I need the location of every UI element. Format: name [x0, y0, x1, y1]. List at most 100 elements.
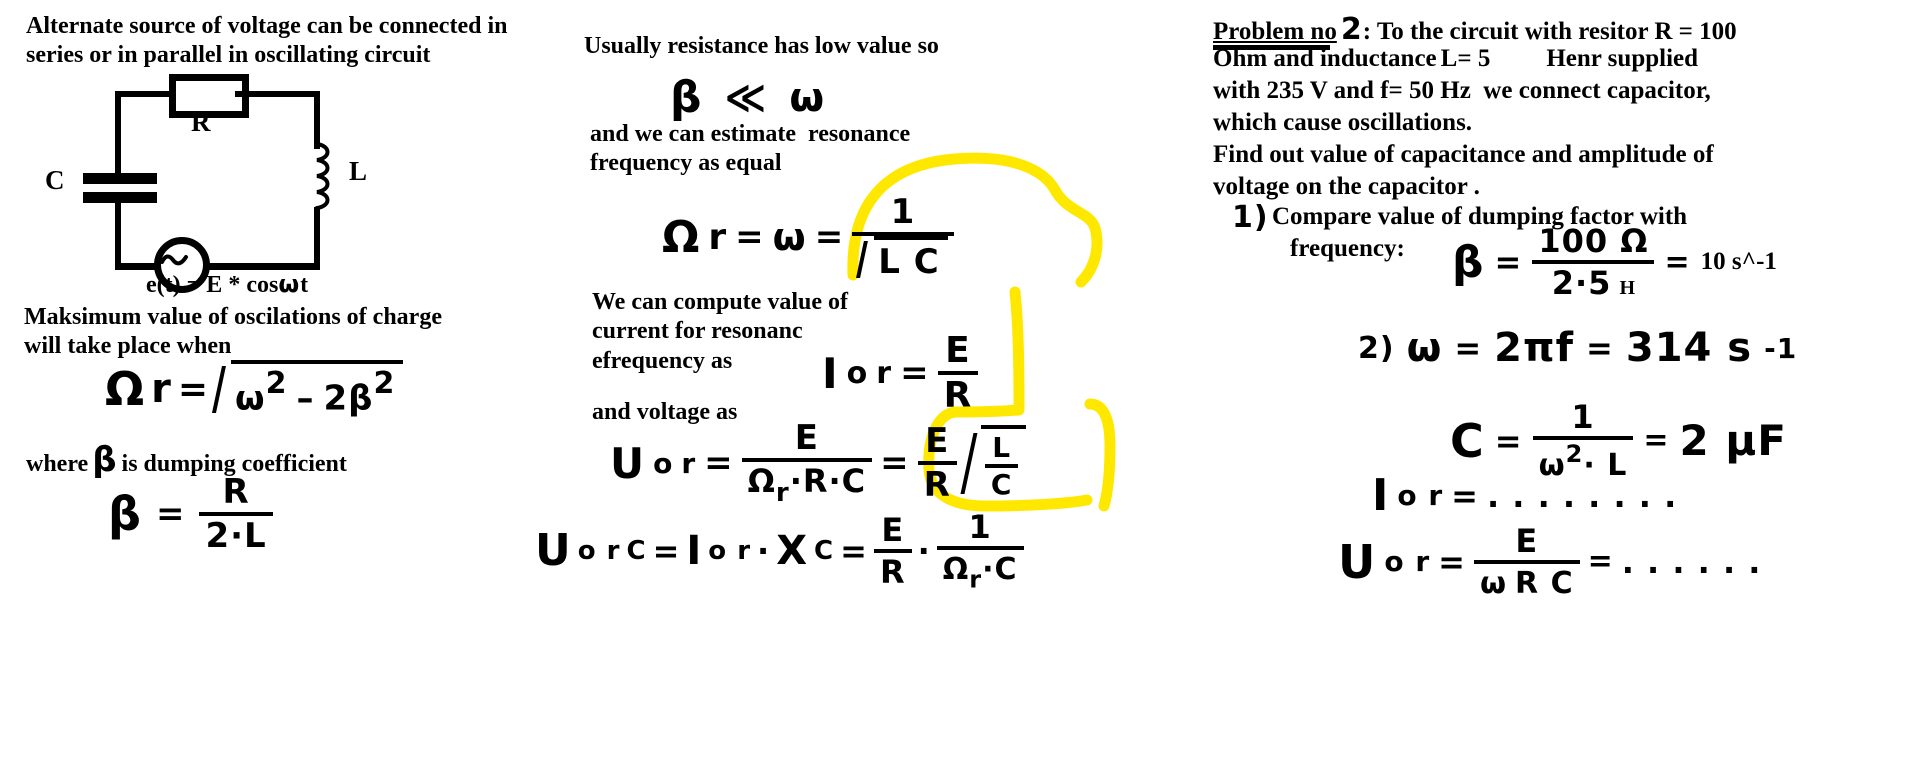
vc-eq-sub-c: C — [626, 535, 647, 566]
voltage-eq-equals-1: = — [704, 443, 734, 484]
damping-text-pre: where — [26, 451, 89, 477]
compute-current-text: We can compute value of current for reso… — [592, 289, 854, 374]
circuit-inductor-label: L — [349, 156, 368, 186]
problem-line2: Ohm and inductance L= 5 Henr supplied — [1213, 44, 1698, 75]
step1-denominator-value: 2·5 — [1551, 264, 1612, 302]
step2-equals-1: = — [1454, 329, 1483, 367]
vc-eq-I: I — [686, 527, 703, 574]
step5-equals: = — [1438, 542, 1466, 581]
step5-sub: o r — [1384, 545, 1431, 578]
step2-result: 314 s — [1625, 325, 1753, 371]
vc-eq-frac2-den-omega: Ω — [942, 552, 970, 587]
low-resistance-text: Usually resistance has low value so — [584, 33, 939, 59]
problem-heading: Problem no — [1213, 18, 1337, 45]
beta-ll-omega-inequality: β ≪ ω — [670, 72, 825, 123]
step5-numerator: E — [1515, 522, 1539, 560]
voltage-eq-fraction-2: E R — [917, 421, 957, 505]
beta-formula-equals: = — [155, 494, 186, 534]
current-eq-sub-o: o — [846, 355, 869, 391]
max-value-text: Maksimum value of oscilations of charge … — [24, 304, 448, 360]
resonance-freq-omega: ω — [772, 215, 807, 259]
step5-dots: . . . . . . — [1621, 542, 1762, 581]
problem-heading-line: Problem no 2: To the circuit with resito… — [1213, 12, 1903, 48]
source-equation-omega: ω — [278, 270, 301, 298]
inequality-beta: β — [670, 72, 703, 123]
step2-number: 2) — [1358, 330, 1395, 366]
step1-equals: = — [1494, 243, 1523, 281]
vc-eq-X: X — [776, 527, 809, 574]
step5-result-equals: = — [1587, 544, 1614, 579]
resonance-freq-fraction: 1 L C — [852, 192, 954, 282]
voltage-eq-frac1-den-omega: Ω — [747, 462, 776, 500]
step5-fraction: E ω R C — [1473, 522, 1580, 601]
step3-equals: = — [1494, 421, 1523, 460]
beta-formula: β = R 2·L — [108, 472, 273, 556]
current-eq-sub-r: r — [876, 355, 893, 391]
resonance-minus: – — [296, 378, 315, 419]
vc-eq-X-sub: C — [814, 535, 835, 566]
resonance-freq-sqrt-content: L C — [874, 236, 948, 282]
step4-sub: o r — [1397, 479, 1444, 512]
circuit-capacitor-label: C — [45, 165, 65, 195]
source-equation: e(t) = E * cosωt — [146, 270, 308, 300]
circuit-capacitor-plate-top — [83, 173, 157, 184]
vc-eq-frac2-num: 1 — [968, 508, 992, 546]
problem-text-line2c: Henr supplied — [1546, 45, 1699, 72]
step5-voltage-line: U o r = E ω R C = . . . . . . — [1338, 522, 1761, 601]
left-intro-text: Alternate source of voltage can be conne… — [26, 13, 514, 69]
step2-omega: ω — [1406, 325, 1443, 371]
resonance-radicand-omega-power: 2 — [265, 366, 288, 401]
step1-text-line2: frequency: — [1290, 235, 1405, 262]
step2-equals-2: = — [1586, 329, 1614, 367]
step4-equals: = — [1451, 476, 1479, 515]
handwritten-physics-notes-page: Alternate source of voltage can be conne… — [0, 0, 1914, 758]
voltage-eq-sqrt-den: C — [984, 464, 1019, 501]
step5-denominator-rest: R C — [1515, 566, 1574, 601]
beta-formula-lhs: β — [108, 487, 142, 541]
vc-eq-frac2-den-sub: r — [969, 565, 983, 594]
problem-number: 2 — [1340, 12, 1363, 47]
resonance-sqrt: ω2 – 2β2 — [215, 360, 404, 419]
circuit-wire-top-right — [235, 91, 320, 97]
circuit-inductor-coil — [315, 142, 330, 210]
voltage-eq-frac1-num: E — [794, 418, 820, 458]
step1-denominator: 2·5 H — [1532, 260, 1655, 302]
step1-result-equals: = — [1664, 244, 1691, 280]
vc-eq-equals-2: = — [840, 531, 868, 570]
resonance-omega-symbol: Ω — [105, 362, 146, 417]
vc-eq-frac2-den-rest: ·C — [982, 552, 1018, 587]
resonance-subscript: r — [151, 366, 172, 413]
voltage-resonance-equation: U o r = E Ωr·R·C = E R L C — [610, 418, 1027, 508]
step5-denominator: ω R C — [1473, 560, 1580, 601]
circuit-resistor-label: R — [191, 107, 211, 137]
voltage-capacitor-equation: U o r C = I o r · X C = E R · 1 Ωr·C — [535, 508, 1024, 593]
circuit-wire-left-upper — [115, 91, 121, 173]
beta-formula-fraction: R 2·L — [199, 472, 273, 556]
vc-eq-sub-or: o r — [577, 535, 621, 566]
step1-result: 10 s^-1 — [1700, 247, 1777, 275]
beta-formula-numerator: R — [222, 472, 250, 512]
resonance-two-beta: 2β — [323, 378, 374, 419]
problem-text-line4: which cause oscillations. — [1213, 109, 1473, 136]
step5-U: U — [1338, 534, 1377, 589]
yellow-highlight-voltage-right — [1084, 398, 1116, 512]
vc-eq-U: U — [535, 525, 572, 577]
resonance-freq-denominator: L C — [852, 232, 954, 282]
circuit-ac-source-wave-icon — [160, 254, 188, 266]
vc-eq-dot-2: · — [917, 531, 931, 570]
resonance-equals: = — [177, 368, 210, 410]
voltage-eq-frac1-den: Ωr·R·C — [741, 458, 873, 508]
voltage-eq-frac1-den-rest: ·R·C — [789, 462, 867, 500]
problem-text-line2b: L= 5 — [1440, 45, 1491, 72]
vc-eq-frac1-den: R — [873, 548, 912, 591]
find-text-line2: voltage on the capacitor . — [1213, 173, 1480, 200]
step3-C: C — [1450, 413, 1485, 468]
step2-expression: 2πf — [1494, 325, 1575, 371]
resonance-freq-subscript: r — [708, 216, 728, 258]
vc-eq-fraction-2: 1 Ωr·C — [936, 508, 1024, 594]
circuit-wire-left-lower — [115, 203, 121, 269]
voltage-eq-sqrt-num: L — [992, 431, 1012, 465]
beta-formula-denominator: 2·L — [199, 512, 273, 556]
inequality-relation: ≪ — [724, 74, 768, 121]
step2-omega-equation: 2) ω = 2πf = 314 s -1 — [1358, 325, 1797, 371]
